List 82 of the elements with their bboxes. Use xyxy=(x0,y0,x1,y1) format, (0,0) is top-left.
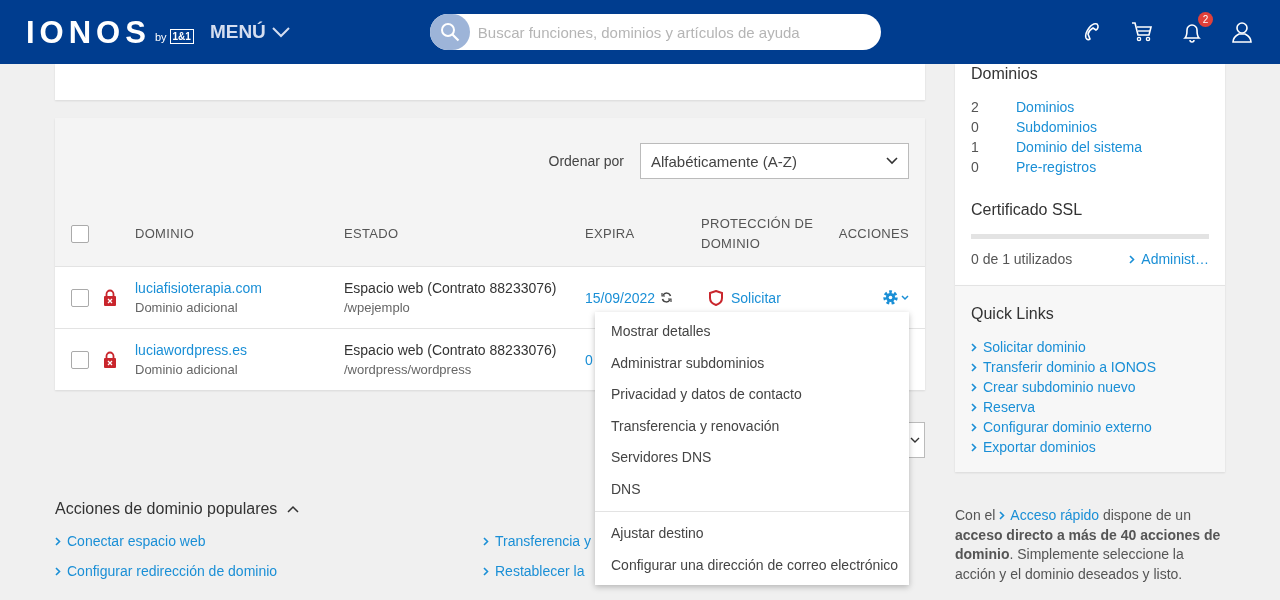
settings-icon xyxy=(882,289,899,306)
shield-icon xyxy=(709,289,723,306)
status-text: Espacio web (Contrato 88233076) xyxy=(344,280,558,296)
menu-item[interactable]: Transferencia y renovación xyxy=(595,410,909,442)
expiry-date[interactable]: 15/09/2022 xyxy=(585,289,656,306)
request-link[interactable]: Solicitar xyxy=(731,289,781,306)
path-text: /wpejemplo xyxy=(344,300,411,315)
search-icon xyxy=(439,22,460,42)
expiry-date[interactable]: 0 xyxy=(585,351,593,368)
lock-icon xyxy=(103,351,117,368)
column-header: ACCIONES xyxy=(837,224,909,243)
menu-item[interactable]: Configurar una dirección de correo electrónico xyxy=(595,549,909,581)
menu-item[interactable]: Servidores DNS xyxy=(595,442,909,474)
action-link[interactable]: Conectar espacio web xyxy=(67,533,206,549)
logo[interactable]: IONOS xyxy=(26,16,151,48)
column-header: PROTECCIÓN DE DOMINIO xyxy=(701,214,815,253)
domain-link[interactable]: luciawordpress.es xyxy=(135,342,344,358)
brand-mark: 1&1 xyxy=(169,28,194,44)
quick-link[interactable]: Transferir dominio a IONOS xyxy=(983,358,1156,376)
chevron-icon xyxy=(55,536,61,546)
domain-type: Dominio adicional xyxy=(135,362,239,377)
quick-link[interactable]: Solicitar dominio xyxy=(983,338,1086,356)
logo-byline: by xyxy=(154,31,167,43)
checkbox[interactable] xyxy=(71,224,89,243)
section-title: Acciones de dominio populares xyxy=(55,500,278,518)
column-header: DOMINIO xyxy=(135,224,196,243)
domain-type: Dominio adicional xyxy=(135,300,239,315)
cart-button[interactable] xyxy=(1130,20,1154,44)
chevron-down-icon xyxy=(271,26,290,38)
count-value: 1 xyxy=(971,138,980,156)
lock-icon xyxy=(103,289,117,306)
menu-item[interactable]: Privacidad y datos de contacto xyxy=(595,379,909,411)
checkbox[interactable] xyxy=(71,350,89,369)
card-title: Quick Links xyxy=(971,304,1055,324)
quick-link[interactable]: Exportar dominios xyxy=(983,438,1096,456)
count-value: 0 xyxy=(971,158,980,176)
sort-label: Ordenar por xyxy=(548,153,624,169)
quick-access-link[interactable]: Acceso rápido xyxy=(999,507,1100,523)
chevron-icon xyxy=(55,566,61,576)
column-header: EXPIRA xyxy=(585,224,636,243)
caret-icon xyxy=(901,294,909,301)
menu-button[interactable]: MENÚ xyxy=(209,21,290,43)
quick-link[interactable]: Crear subdominio nuevo xyxy=(983,378,1136,396)
count-link[interactable]: Subdominios xyxy=(1016,118,1209,136)
action-link[interactable]: Configurar redirección de dominio xyxy=(67,563,278,579)
actions-button[interactable] xyxy=(882,289,909,306)
manage-link[interactable]: Administ… xyxy=(1141,251,1209,267)
caret-icon xyxy=(886,157,898,165)
menu-item[interactable]: Administrar subdominios xyxy=(595,347,909,379)
notification-badge: 2 xyxy=(1198,12,1213,27)
card-title: Dominios xyxy=(971,64,1039,84)
menu-item[interactable]: Mostrar detalles xyxy=(595,316,909,348)
count-link[interactable]: Dominios xyxy=(1016,98,1209,116)
chevron-icon xyxy=(1129,254,1136,264)
path-text: /wordpress/wordpress xyxy=(344,362,473,377)
action-link[interactable]: Restablecer la xyxy=(495,563,585,579)
sort-dropdown[interactable]: Alfabéticamente (A-Z) xyxy=(640,143,909,179)
quick-link[interactable]: Reserva xyxy=(983,398,1036,416)
chevron-icon xyxy=(999,511,1006,520)
info-paragraph: Con el Acceso rápido dispone de un acceso directo a más de 40 acciones de dominio. Simplemente seleccione la acción y el dominio deseados y listo. xyxy=(955,506,1222,584)
count-value: 2 xyxy=(971,98,980,116)
chevron-up-icon[interactable] xyxy=(287,505,300,513)
domain-link[interactable]: luciafisioterapia.com xyxy=(135,280,344,296)
chevron-icon xyxy=(483,536,489,546)
count-value: 0 xyxy=(971,118,980,136)
action-link[interactable]: Transferencia y xyxy=(495,533,591,549)
chevron-icon xyxy=(483,566,489,576)
quick-link[interactable]: Configurar dominio externo xyxy=(983,418,1152,436)
count-link[interactable]: Pre-registros xyxy=(1016,158,1209,176)
caret-icon xyxy=(909,436,920,444)
search-button[interactable] xyxy=(429,14,470,50)
usage-text: 0 de 1 utilizados xyxy=(971,251,1073,267)
menu-item[interactable]: DNS xyxy=(595,473,909,505)
checkbox[interactable] xyxy=(71,288,89,307)
cart-icon xyxy=(1130,20,1154,44)
card-title: Certificado SSL xyxy=(971,200,1084,220)
user-icon xyxy=(1230,20,1254,44)
status-text: Espacio web (Contrato 88233076) xyxy=(344,342,558,358)
column-header: ESTADO xyxy=(344,224,400,243)
menu-item[interactable]: Ajustar destino xyxy=(595,518,909,550)
user-button[interactable] xyxy=(1230,20,1254,44)
count-link[interactable]: Dominio del sistema xyxy=(1016,138,1209,156)
